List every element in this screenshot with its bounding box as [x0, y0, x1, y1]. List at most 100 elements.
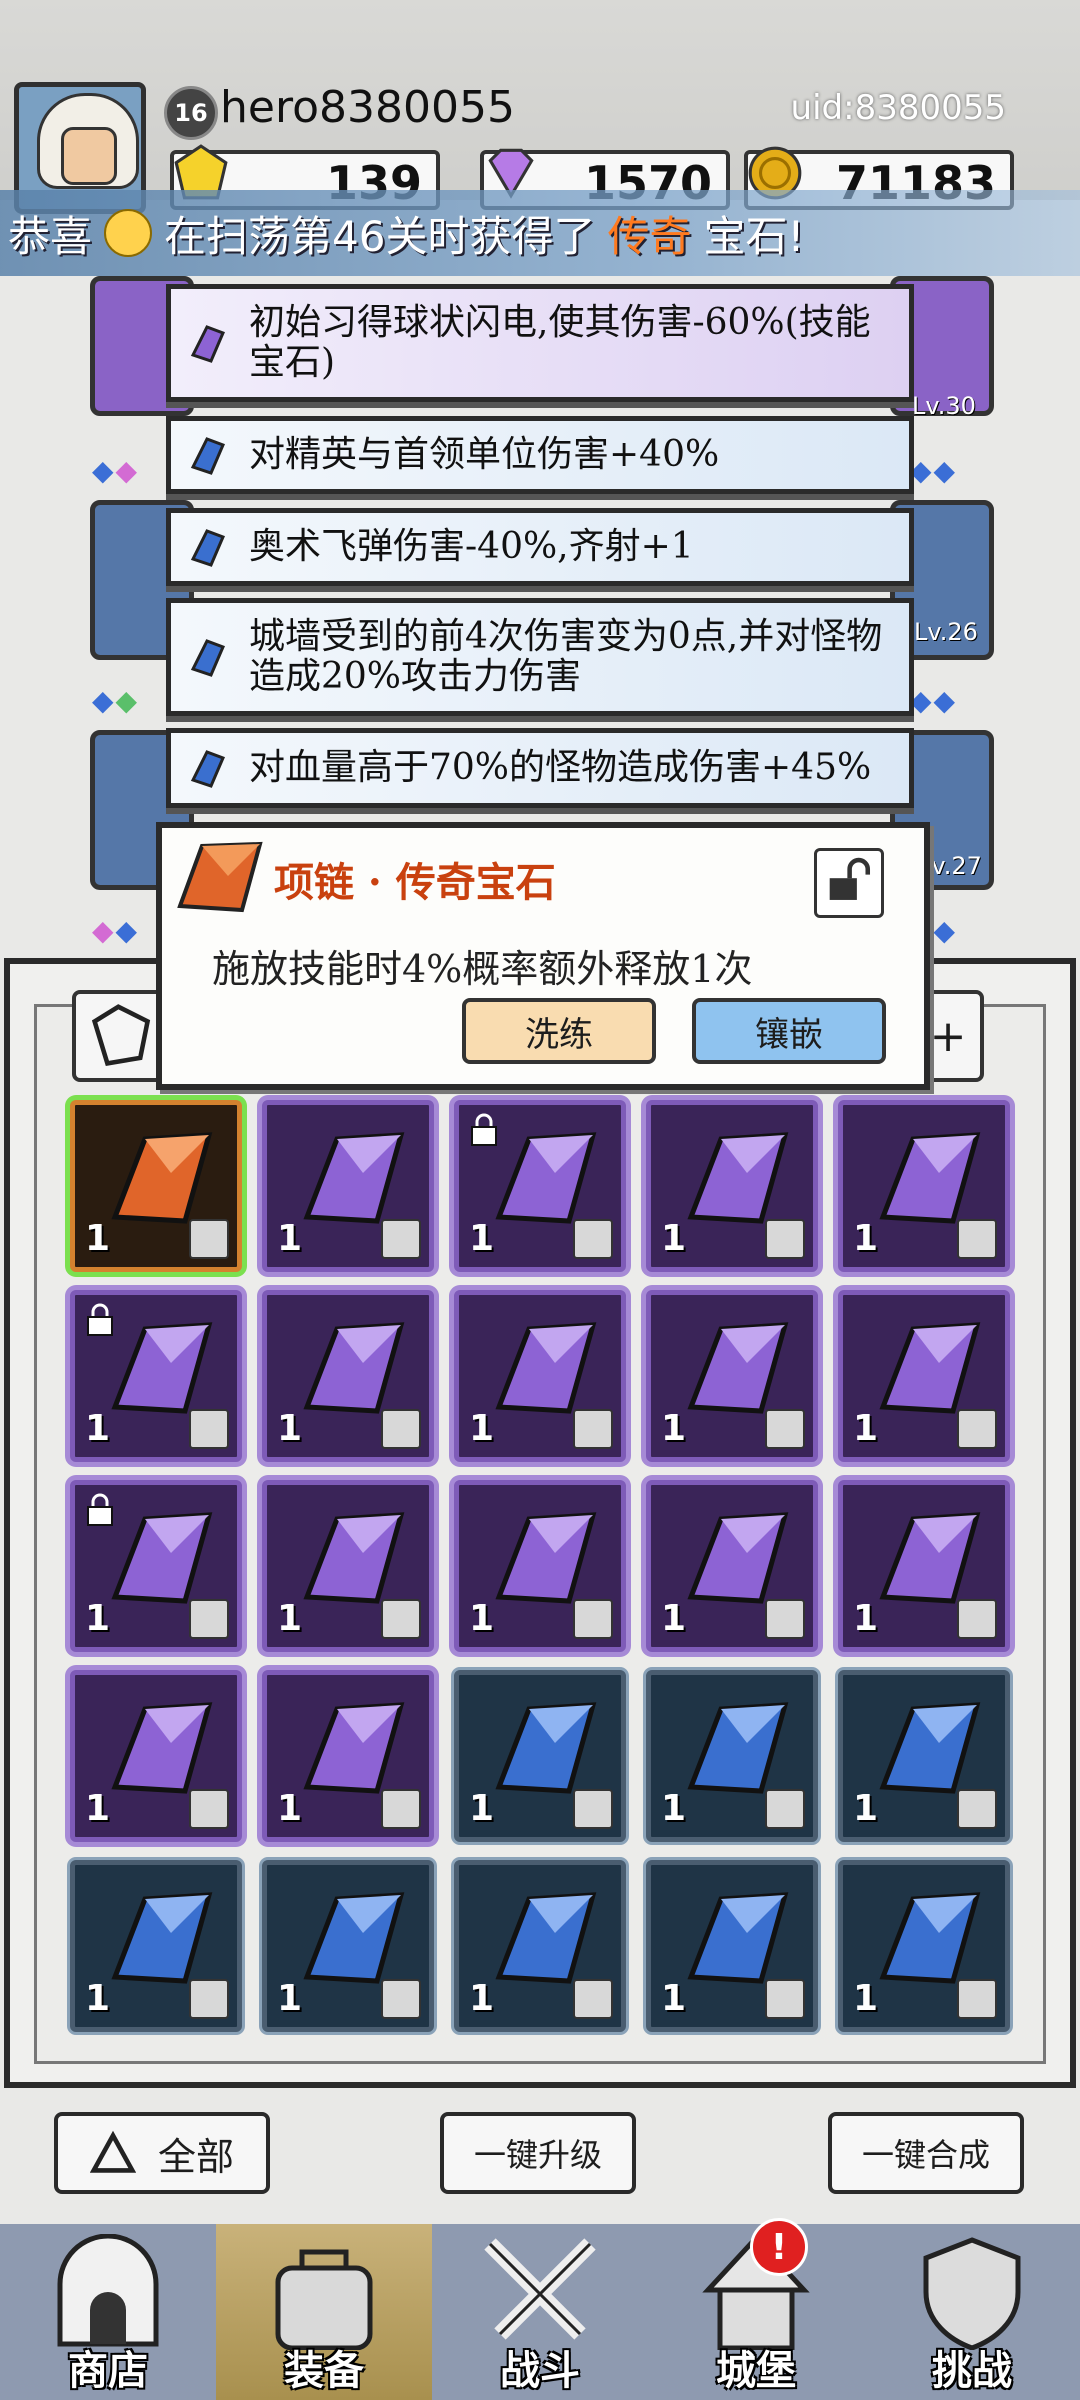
gem-slot[interactable]: 1: [838, 1290, 1010, 1462]
gem-slot[interactable]: 1: [70, 1480, 242, 1652]
skill-text: 奥术飞弹伤害-40%,齐射+1: [249, 526, 694, 567]
boots-type-icon: [381, 1409, 421, 1449]
gem-slot[interactable]: 1: [262, 1670, 434, 1842]
gem-quantity: 1: [853, 1788, 879, 1829]
wand-type-icon: [189, 1599, 229, 1639]
merge-all-button[interactable]: 一键合成: [828, 2112, 1024, 2194]
wand-type-icon: [381, 1599, 421, 1639]
armor-type-icon: [957, 1789, 997, 1829]
filter-all-label: 全部: [157, 2134, 234, 2179]
gem-quantity: 1: [277, 1598, 303, 1639]
helmet-type-icon: [957, 1979, 997, 2019]
gem-quantity: 1: [85, 1598, 111, 1639]
gem-slot[interactable]: 1: [454, 1290, 626, 1462]
gem-slot[interactable]: 1: [646, 1480, 818, 1652]
announcement-middle: 在扫荡第46关时获得了: [164, 211, 596, 261]
necklace-type-icon: [189, 1219, 229, 1259]
gem-slot[interactable]: 1: [70, 1860, 242, 2032]
gem-quantity: 1: [469, 1218, 495, 1259]
nav-label: 城堡: [716, 2348, 796, 2394]
gem-diamonds-left-2: ◆◆: [92, 684, 140, 717]
gem-diamonds-left-1: ◆◆: [92, 454, 140, 487]
bottom-nav: 商店 装备 战斗 ! 城堡 挑战: [0, 2218, 1080, 2400]
lock-icon: [87, 1303, 113, 1336]
gem-slot[interactable]: 1: [454, 1860, 626, 2032]
uid-label: uid:8380055: [790, 88, 1006, 128]
boots-type-icon: [573, 1409, 613, 1449]
lock-icon: [87, 1493, 113, 1526]
level-badge: 16: [164, 86, 218, 140]
skill-text: 对精英与首领单位伤害+40%: [249, 434, 720, 475]
purple-gem-icon: [190, 325, 225, 363]
nav-challenge[interactable]: 挑战: [864, 2224, 1080, 2400]
blue-gem-icon: [190, 750, 225, 788]
gem-slot[interactable]: 1: [454, 1670, 626, 1842]
gem-quantity: 1: [85, 1218, 111, 1259]
filter-all-button[interactable]: 全部: [54, 2112, 270, 2194]
skill-item[interactable]: 对血量高于70%的怪物造成伤害+45%: [166, 728, 914, 808]
gem-slot[interactable]: 1: [70, 1100, 242, 1272]
nav-label: 战斗: [500, 2348, 580, 2394]
gem-quantity: 1: [85, 1978, 111, 2019]
gem-diamonds-right-2: ◆◆: [910, 684, 958, 717]
gem-slot[interactable]: 1: [838, 1860, 1010, 2032]
gem-slot[interactable]: 1: [262, 1480, 434, 1652]
gem-slot[interactable]: 1: [646, 1100, 818, 1272]
armor-type-icon: [765, 1219, 805, 1259]
skill-item[interactable]: 城墙受到的前4次伤害变为0点,并对怪物造成20%攻击力伤害: [166, 598, 914, 716]
popup-title: 项链 · 传奇宝石: [274, 859, 556, 906]
gem-quantity: 1: [853, 1978, 879, 2019]
gem-slot[interactable]: 1: [838, 1480, 1010, 1652]
helmet-type-icon: [189, 1789, 229, 1829]
triangle-up-icon: [89, 2130, 136, 2173]
gem-slot[interactable]: 1: [70, 1670, 242, 1842]
skill-item[interactable]: 对精英与首领单位伤害+40%: [166, 416, 914, 494]
gem-quantity: 1: [853, 1218, 879, 1259]
gem-outline-icon: [91, 1004, 151, 1066]
helmet-type-icon: [765, 1599, 805, 1639]
gem-slot[interactable]: 1: [646, 1290, 818, 1462]
ring-type-icon: [573, 1789, 613, 1829]
gem-slot[interactable]: 1: [646, 1670, 818, 1842]
gem-slot[interactable]: 1: [262, 1290, 434, 1462]
upgrade-all-button[interactable]: 一键升级: [440, 2112, 636, 2194]
refine-button[interactable]: 洗练: [462, 998, 656, 1064]
gem-slot[interactable]: 1: [454, 1480, 626, 1652]
announcement-prefix: 恭喜: [8, 211, 93, 261]
wand-type-icon: [573, 1599, 613, 1639]
nav-castle[interactable]: ! 城堡: [648, 2218, 864, 2400]
gem-quantity: 1: [853, 1408, 879, 1449]
nav-shop[interactable]: 商店: [0, 2224, 216, 2400]
helmet-type-icon: [957, 1599, 997, 1639]
boots-type-icon: [765, 1409, 805, 1449]
lock-toggle-button[interactable]: [814, 848, 884, 918]
ring-type-icon: [381, 1219, 421, 1259]
nav-equipment[interactable]: 装备: [216, 2224, 432, 2400]
gem-slot[interactable]: 1: [838, 1100, 1010, 1272]
inlay-button[interactable]: 镶嵌: [692, 998, 886, 1064]
nav-battle[interactable]: 战斗: [432, 2224, 648, 2400]
gem-slot[interactable]: 1: [838, 1670, 1010, 1842]
armor-type-icon: [957, 1219, 997, 1259]
gem-quantity: 1: [661, 1978, 687, 2019]
skill-item[interactable]: 初始习得球状闪电,使其伤害-60%(技能宝石): [166, 284, 914, 402]
skill-text: 城墙受到的前4次伤害变为0点,并对怪物造成20%攻击力伤害: [249, 616, 883, 697]
gem-slot[interactable]: 1: [262, 1860, 434, 2032]
helmet-type-icon: [381, 1789, 421, 1829]
nav-label: 挑战: [932, 2348, 1012, 2394]
armor-type-icon: [765, 1789, 805, 1829]
gem-quantity: 1: [661, 1598, 687, 1639]
gem-diamonds-right-1: ◆◆: [910, 454, 958, 487]
gem-slot[interactable]: 1: [454, 1100, 626, 1272]
shield-icon: [923, 2237, 1021, 2350]
gem-quantity: 1: [661, 1218, 687, 1259]
gem-quantity: 1: [85, 1408, 111, 1449]
gem-quantity: 1: [277, 1218, 303, 1259]
gem-slot[interactable]: 1: [70, 1290, 242, 1462]
armor-type-icon: [189, 1409, 229, 1449]
blue-gem-icon: [190, 639, 225, 677]
gem-slot[interactable]: 1: [646, 1860, 818, 2032]
gem-quantity: 1: [277, 1978, 303, 2019]
gem-slot[interactable]: 1: [262, 1100, 434, 1272]
skill-item[interactable]: 奥术飞弹伤害-40%,齐射+1: [166, 508, 914, 586]
